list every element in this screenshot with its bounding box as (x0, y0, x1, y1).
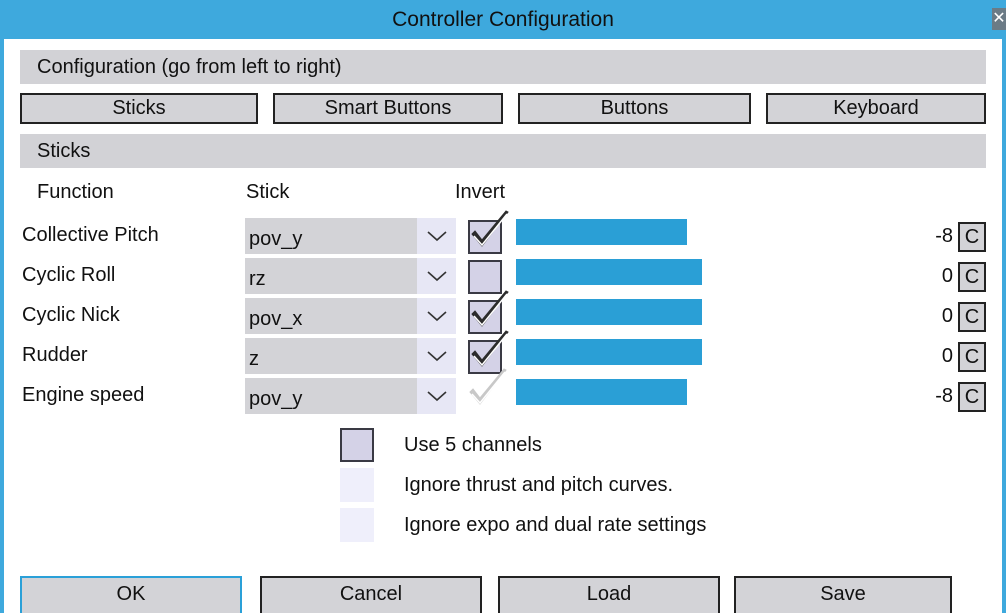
invert-checkbox[interactable] (468, 210, 509, 254)
function-label: Cyclic Nick (22, 304, 120, 326)
stick-dropdown-button[interactable] (417, 338, 456, 374)
stick-select[interactable]: pov_y (245, 218, 417, 254)
calibrate-button[interactable]: C (958, 222, 986, 252)
stick-dropdown-button[interactable] (417, 298, 456, 334)
option-label: Use 5 channels (404, 434, 542, 456)
load-button[interactable]: Load (498, 576, 720, 613)
calibrate-button[interactable]: C (958, 342, 986, 372)
function-label: Cyclic Roll (22, 264, 116, 286)
close-icon[interactable]: ✕ (992, 8, 1006, 30)
calibrate-button[interactable]: C (958, 382, 986, 412)
value-readout: 0 (941, 305, 953, 327)
tab-buttons[interactable]: Buttons (518, 93, 751, 124)
option-checkbox[interactable] (340, 428, 374, 462)
checkmark-icon (471, 210, 509, 247)
value-readout: -8 (935, 385, 953, 407)
save-button[interactable]: Save (734, 576, 952, 613)
value-readout: 0 (941, 345, 953, 367)
calibrate-button[interactable]: C (958, 302, 986, 332)
chevron-down-icon (427, 271, 447, 282)
stick-dropdown-button[interactable] (417, 378, 456, 414)
calibrate-button[interactable]: C (958, 262, 986, 292)
chevron-down-icon (427, 311, 447, 322)
tab-sticks[interactable]: Sticks (20, 93, 258, 124)
function-label: Rudder (22, 344, 88, 366)
chevron-down-icon (427, 351, 447, 362)
value-readout: 0 (941, 265, 953, 287)
window-border-left (0, 39, 4, 613)
invert-checkbox[interactable] (468, 368, 507, 414)
stick-dropdown-button[interactable] (417, 218, 456, 254)
stick-dropdown-button[interactable] (417, 258, 456, 294)
chevron-down-icon (427, 391, 447, 402)
column-header-function: Function (37, 181, 114, 203)
option-label: Ignore thrust and pitch curves. (404, 474, 674, 496)
column-header-invert: Invert (455, 181, 506, 203)
checkmark-icon (469, 368, 507, 405)
stick-select[interactable]: rz (245, 258, 417, 294)
stick-select[interactable]: pov_y (245, 378, 417, 414)
stick-select[interactable]: pov_x (245, 298, 417, 334)
column-header-stick: Stick (246, 181, 290, 203)
level-bar (516, 259, 702, 285)
level-bar (516, 339, 702, 365)
chevron-down-icon (427, 231, 447, 242)
tab-smart-buttons[interactable]: Smart Buttons (273, 93, 503, 124)
ok-button[interactable]: OK (20, 576, 242, 613)
window-border-right (1002, 39, 1006, 613)
cancel-button[interactable]: Cancel (260, 576, 482, 613)
option-label: Ignore expo and dual rate settings (404, 514, 707, 536)
config-header: Configuration (go from left to right) (20, 50, 986, 84)
level-bar (516, 379, 687, 405)
level-bar (516, 299, 702, 325)
window-title: Controller Configuration (392, 8, 614, 31)
option-checkbox[interactable] (340, 468, 374, 502)
sticks-header: Sticks (20, 134, 986, 168)
function-label: Engine speed (22, 384, 145, 406)
level-bar (516, 219, 687, 245)
value-readout: -8 (935, 225, 953, 247)
stick-select[interactable]: z (245, 338, 417, 374)
option-checkbox[interactable] (340, 508, 374, 542)
tab-keyboard[interactable]: Keyboard (766, 93, 986, 124)
function-label: Collective Pitch (22, 224, 159, 246)
